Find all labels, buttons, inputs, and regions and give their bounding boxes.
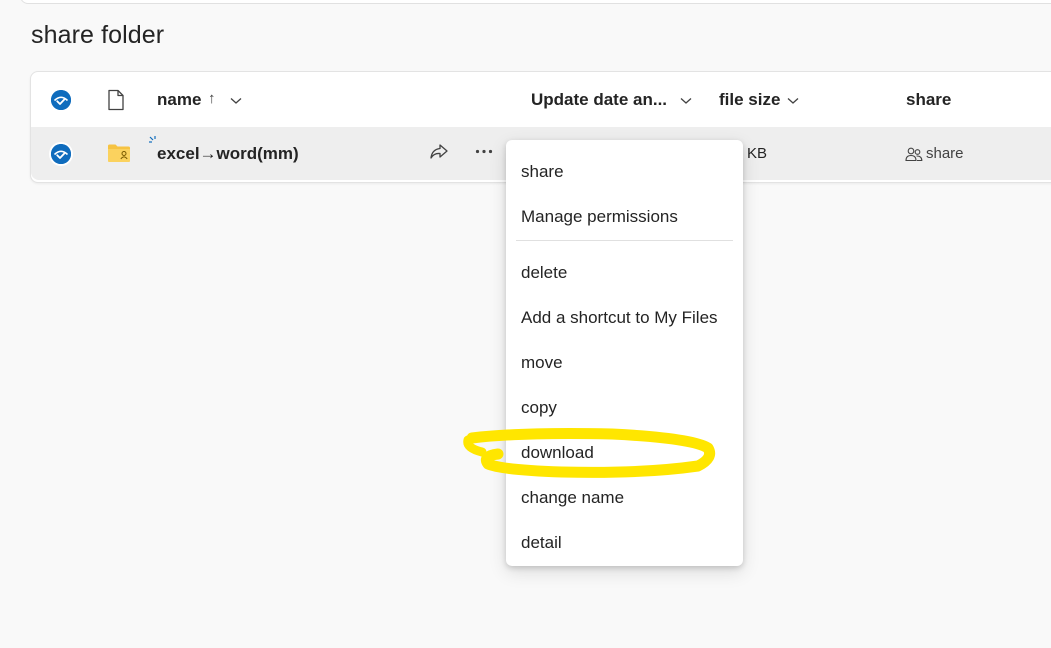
- menu-item-add-shortcut[interactable]: Add a shortcut to My Files: [521, 308, 718, 328]
- column-header-update-date[interactable]: Update date an...: [531, 90, 667, 110]
- menu-item-move[interactable]: move: [521, 353, 563, 373]
- select-all-check-icon[interactable]: [51, 90, 71, 110]
- row-selected-check-icon[interactable]: [51, 144, 71, 164]
- menu-item-copy[interactable]: copy: [521, 398, 557, 418]
- sort-ascending-icon: ↑: [208, 90, 216, 107]
- menu-divider: [516, 240, 733, 241]
- command-bar-edge: [20, 0, 1051, 4]
- file-name-link[interactable]: excel→word(mm): [157, 144, 299, 164]
- menu-item-share[interactable]: share: [521, 162, 564, 182]
- file-type-icon: [108, 89, 124, 111]
- chevron-down-icon[interactable]: [230, 97, 242, 105]
- shared-folder-icon: [108, 144, 130, 162]
- menu-item-delete[interactable]: delete: [521, 263, 567, 283]
- share-status-label: share: [926, 145, 964, 162]
- more-dots-icon[interactable]: [475, 149, 493, 154]
- list-header: name ↑ Update date an... file size share: [31, 72, 1051, 127]
- chevron-down-icon[interactable]: [787, 97, 799, 105]
- column-header-name[interactable]: name: [157, 90, 201, 110]
- column-header-share[interactable]: share: [906, 90, 951, 110]
- column-header-file-size[interactable]: file size: [719, 90, 780, 110]
- menu-item-change-name[interactable]: change name: [521, 488, 624, 508]
- page-title: share folder: [31, 21, 165, 49]
- context-menu: share Manage permissions delete Add a sh…: [506, 140, 743, 566]
- chevron-down-icon[interactable]: [680, 97, 692, 105]
- share-arrow-icon[interactable]: [429, 143, 449, 161]
- menu-item-download[interactable]: download: [521, 443, 594, 463]
- share-status[interactable]: share: [905, 145, 964, 162]
- menu-item-manage-permissions[interactable]: Manage permissions: [521, 207, 678, 227]
- file-list-page: share folder name ↑ Update date an... fi…: [0, 0, 1051, 648]
- menu-item-detail[interactable]: detail: [521, 533, 562, 553]
- file-size-value: KB: [747, 145, 768, 162]
- people-icon: [905, 147, 923, 161]
